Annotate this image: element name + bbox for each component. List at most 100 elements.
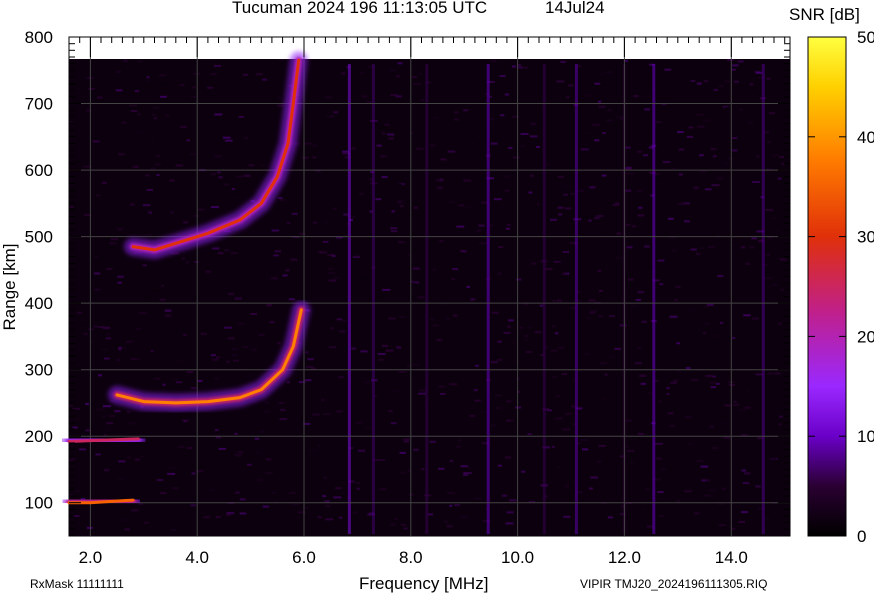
noise-speck <box>105 337 112 340</box>
noise-speck <box>390 227 398 230</box>
noise-speck <box>705 188 712 191</box>
noise-speck <box>779 415 783 418</box>
noise-speck <box>69 404 74 407</box>
noise-speck <box>523 338 529 341</box>
noise-speck <box>464 289 470 292</box>
noise-speck <box>773 372 781 375</box>
noise-speck <box>545 268 553 271</box>
noise-speck <box>556 80 565 83</box>
noise-speck <box>235 491 240 494</box>
noise-speck <box>625 166 632 169</box>
noise-speck <box>197 208 205 211</box>
noise-speck <box>152 217 161 220</box>
noise-speck <box>624 419 633 422</box>
noise-speck <box>684 490 692 493</box>
noise-speck <box>639 374 646 377</box>
noise-speck <box>201 309 205 312</box>
noise-speck <box>243 73 249 76</box>
noise-speck <box>88 87 95 90</box>
noise-speck <box>378 358 384 361</box>
noise-speck <box>637 214 645 217</box>
noise-speck <box>451 278 455 281</box>
noise-speck <box>101 348 108 351</box>
noise-speck <box>503 331 511 334</box>
noise-speck <box>217 171 221 174</box>
noise-speck <box>703 494 712 497</box>
noise-speck <box>186 447 193 449</box>
noise-speck <box>696 113 704 116</box>
noise-speck <box>684 220 690 223</box>
noise-speck <box>151 260 155 262</box>
noise-speck <box>447 492 455 494</box>
noise-speck <box>748 121 754 124</box>
noise-speck <box>323 476 327 479</box>
noise-speck <box>142 204 151 207</box>
noise-speck <box>335 487 342 490</box>
noise-speck <box>603 398 608 401</box>
noise-speck <box>399 471 406 474</box>
noise-speck <box>246 375 254 378</box>
noise-speck <box>468 82 473 85</box>
noise-speck <box>583 216 592 219</box>
noise-speck <box>643 283 650 286</box>
noise-speck <box>725 106 730 109</box>
noise-speck <box>375 198 382 201</box>
noise-speck <box>496 407 501 409</box>
noise-speck <box>243 137 249 140</box>
noise-speck <box>418 73 423 75</box>
noise-speck <box>274 250 281 253</box>
noise-speck <box>616 115 624 118</box>
noise-speck <box>178 260 182 263</box>
noise-speck <box>636 521 642 524</box>
noise-speck <box>353 511 358 514</box>
noise-speck <box>612 323 619 326</box>
noise-speck <box>685 367 691 370</box>
noise-speck <box>591 344 596 347</box>
noise-speck <box>376 144 382 147</box>
noise-speck <box>205 270 211 273</box>
noise-speck <box>390 422 397 425</box>
noise-speck <box>98 326 105 328</box>
noise-speck <box>237 451 244 453</box>
noise-speck <box>506 511 514 514</box>
noise-speck <box>673 379 678 382</box>
noise-speck <box>491 59 497 62</box>
noise-speck <box>106 422 113 425</box>
noise-speck <box>415 147 424 150</box>
noise-speck <box>764 517 770 520</box>
noise-speck <box>561 373 568 375</box>
noise-speck <box>236 455 241 458</box>
noise-speck <box>477 135 481 138</box>
noise-speck <box>775 459 782 462</box>
noise-speck <box>523 195 531 198</box>
noise-speck <box>242 345 249 348</box>
noise-speck <box>463 179 472 182</box>
noise-speck <box>598 100 602 103</box>
colorbar-tick-label: 0 <box>857 527 866 546</box>
noise-speck <box>170 529 177 531</box>
noise-speck <box>271 491 277 494</box>
noise-speck <box>197 365 203 368</box>
noise-speck <box>325 518 333 521</box>
noise-speck <box>175 164 184 167</box>
noise-speck <box>536 159 541 161</box>
noise-speck <box>729 384 735 386</box>
noise-speck <box>225 139 233 142</box>
noise-speck <box>172 487 179 490</box>
noise-speck <box>414 206 418 209</box>
noise-speck <box>597 270 601 273</box>
noise-speck <box>429 440 436 443</box>
noise-speck <box>756 155 760 158</box>
y-tick-label: 400 <box>25 294 53 313</box>
noise-speck <box>324 320 333 323</box>
noise-speck <box>739 216 745 219</box>
noise-speck <box>111 242 118 245</box>
noise-speck <box>505 227 511 230</box>
noise-speck <box>613 189 618 191</box>
noise-speck <box>75 160 81 163</box>
noise-speck <box>596 215 604 217</box>
noise-speck <box>327 267 335 270</box>
noise-speck <box>749 246 755 249</box>
noise-speck <box>696 253 701 255</box>
noise-speck <box>319 251 327 254</box>
